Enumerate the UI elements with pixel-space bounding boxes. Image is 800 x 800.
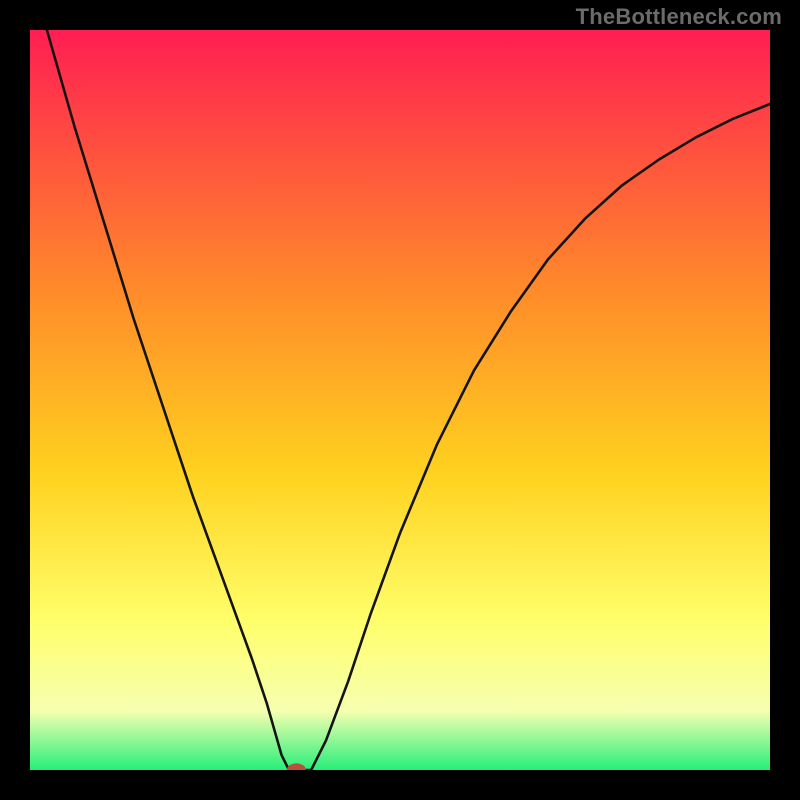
- gradient-background: [30, 30, 770, 770]
- chart-svg: [30, 30, 770, 770]
- chart-plot: [30, 30, 770, 770]
- chart-stage: TheBottleneck.com: [0, 0, 800, 800]
- watermark-text: TheBottleneck.com: [576, 4, 782, 30]
